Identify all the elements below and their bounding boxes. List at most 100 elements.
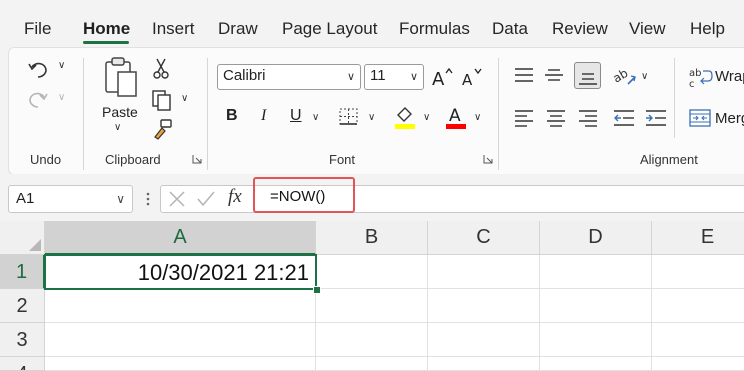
chevron-down-icon: ∨	[409, 71, 418, 83]
column-header-c[interactable]: C	[428, 221, 540, 255]
cell-d2[interactable]	[540, 289, 652, 323]
merge-icon[interactable]	[689, 108, 711, 128]
tab-help[interactable]: Help	[690, 19, 725, 39]
tab-file[interactable]: File	[24, 19, 51, 39]
insert-function-icon[interactable]: fx	[228, 186, 242, 208]
undo-icon[interactable]	[26, 58, 50, 80]
cell-a4[interactable]	[45, 357, 316, 371]
cell-e4[interactable]	[652, 357, 744, 371]
cell-e1[interactable]	[652, 255, 744, 289]
decrease-indent-icon[interactable]	[613, 109, 635, 127]
middle-align-icon[interactable]	[544, 66, 564, 84]
cell-d4[interactable]	[540, 357, 652, 371]
paste-icon[interactable]	[103, 56, 139, 100]
tab-draw[interactable]: Draw	[218, 19, 258, 39]
tab-formulas[interactable]: Formulas	[399, 19, 470, 39]
decrease-font-icon[interactable]: A	[461, 66, 485, 88]
column-header-b[interactable]: B	[316, 221, 428, 255]
active-tab-indicator	[83, 41, 129, 44]
font-size-select[interactable]: 11 ∨	[364, 64, 424, 90]
formula-text[interactable]: =NOW()	[270, 188, 325, 205]
fill-handle[interactable]	[313, 286, 321, 294]
clipboard-launcher-icon[interactable]	[192, 154, 202, 164]
tab-page-layout[interactable]: Page Layout	[282, 19, 377, 39]
align-center-icon[interactable]	[546, 109, 566, 127]
column-header-a[interactable]: A	[45, 221, 316, 255]
active-cell-a1[interactable]: 10/30/2021 21:21	[44, 254, 317, 290]
cell-b2[interactable]	[316, 289, 428, 323]
copy-icon[interactable]	[151, 89, 173, 111]
redo-icon[interactable]	[26, 88, 50, 110]
more-options-icon[interactable]	[145, 191, 151, 207]
column-header-e[interactable]: E	[652, 221, 744, 255]
font-family-select[interactable]: Calibri ∨	[217, 64, 361, 90]
cell-d3[interactable]	[540, 323, 652, 357]
row-header-2[interactable]: 2	[0, 289, 45, 323]
copy-dropdown-icon[interactable]: ∨	[181, 93, 188, 104]
svg-text:ab: ab	[612, 66, 630, 86]
row-header-3[interactable]: 3	[0, 323, 45, 357]
cell-c4[interactable]	[428, 357, 540, 371]
cell-b4[interactable]	[316, 357, 428, 371]
font-color-dropdown-icon[interactable]: ∨	[474, 112, 481, 123]
column-header-d[interactable]: D	[540, 221, 652, 255]
bold-button[interactable]: B	[226, 107, 238, 125]
select-all-icon	[29, 239, 41, 251]
increase-indent-icon[interactable]	[645, 109, 667, 127]
wrap-text-icon[interactable]: ab c	[689, 66, 713, 88]
group-divider	[674, 58, 675, 138]
orientation-icon[interactable]: ab	[612, 64, 638, 88]
italic-button[interactable]: I	[261, 107, 266, 125]
wrap-text-label[interactable]: Wrap	[715, 68, 744, 85]
cell-e2[interactable]	[652, 289, 744, 323]
increase-font-icon[interactable]: A	[431, 66, 455, 88]
font-group-label: Font	[329, 152, 356, 167]
cancel-icon[interactable]	[168, 190, 186, 208]
align-left-icon[interactable]	[514, 109, 534, 127]
paste-label[interactable]: Paste	[102, 104, 138, 120]
tab-insert[interactable]: Insert	[152, 19, 195, 39]
font-color-icon[interactable]: A	[445, 104, 467, 130]
tab-data[interactable]: Data	[492, 19, 528, 39]
cell-c1[interactable]	[428, 255, 540, 289]
fill-color-icon[interactable]	[394, 104, 416, 130]
select-all-corner[interactable]	[0, 221, 45, 255]
orientation-dropdown-icon[interactable]: ∨	[641, 71, 648, 82]
font-launcher-icon[interactable]	[483, 154, 493, 164]
tab-home[interactable]: Home	[83, 19, 130, 39]
cell-d1[interactable]	[540, 255, 652, 289]
chevron-down-icon: ∨	[346, 71, 355, 83]
tab-view[interactable]: View	[629, 19, 666, 39]
svg-text:ab: ab	[689, 68, 701, 79]
cell-b3[interactable]	[316, 323, 428, 357]
cell-c3[interactable]	[428, 323, 540, 357]
cell-a2[interactable]	[45, 289, 316, 323]
formula-bar[interactable]	[160, 185, 744, 213]
cell-a3[interactable]	[45, 323, 316, 357]
row-header-1[interactable]: 1	[0, 255, 45, 289]
name-box[interactable]: A1 ∨	[8, 185, 133, 213]
format-painter-icon[interactable]	[152, 118, 174, 140]
cell-b1[interactable]	[316, 255, 428, 289]
row-header-4[interactable]: 4	[0, 357, 45, 371]
name-box-value: A1	[16, 190, 35, 207]
cell-c2[interactable]	[428, 289, 540, 323]
underline-dropdown-icon[interactable]: ∨	[312, 112, 319, 123]
svg-text:A: A	[462, 71, 473, 88]
tab-review[interactable]: Review	[552, 19, 608, 39]
menu-bar: File Home Insert Draw Page Layout Formul…	[0, 0, 744, 46]
fill-color-dropdown-icon[interactable]: ∨	[423, 112, 430, 123]
paste-dropdown-icon[interactable]: ∨	[114, 122, 121, 133]
enter-icon[interactable]	[196, 190, 216, 208]
undo-group-label: Undo	[30, 152, 62, 167]
cut-icon[interactable]	[152, 58, 170, 80]
underline-button[interactable]: U	[290, 107, 302, 125]
redo-dropdown-icon: ∨	[58, 92, 66, 103]
undo-dropdown-icon[interactable]: ∨	[58, 60, 65, 71]
borders-icon[interactable]	[338, 107, 360, 127]
merge-label[interactable]: Merg	[715, 110, 744, 127]
top-align-icon[interactable]	[514, 66, 534, 84]
align-right-icon[interactable]	[578, 109, 598, 127]
cell-e3[interactable]	[652, 323, 744, 357]
borders-dropdown-icon[interactable]: ∨	[368, 112, 375, 123]
